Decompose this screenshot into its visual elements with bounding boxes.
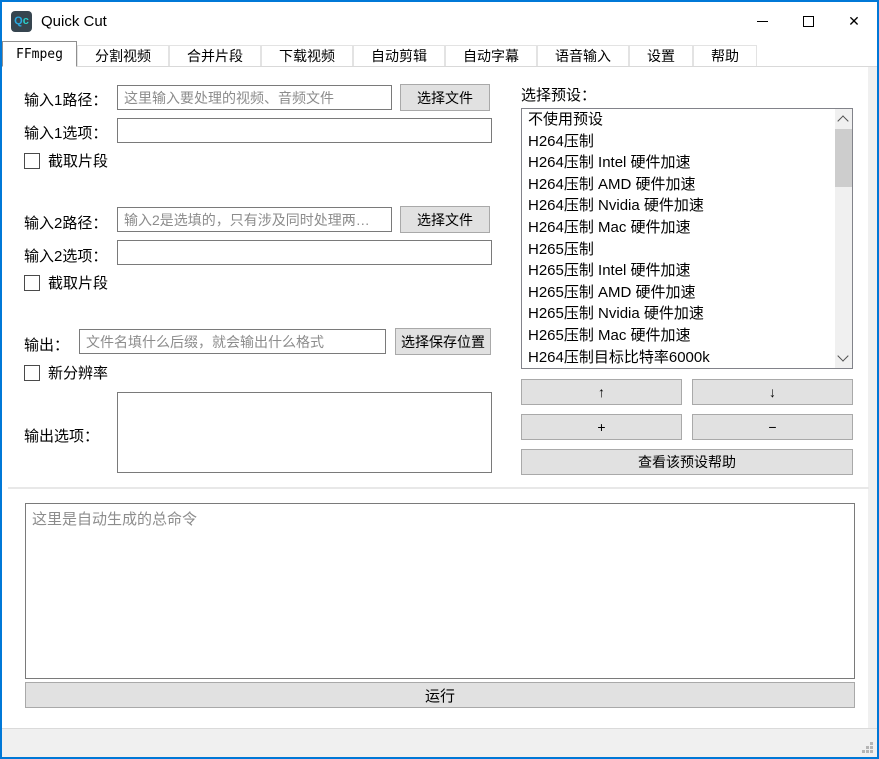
run-button[interactable]: 运行: [25, 682, 855, 708]
tab-merge-clips[interactable]: 合并片段: [169, 45, 261, 66]
tab-auto-subtitle[interactable]: 自动字幕: [445, 45, 537, 66]
output-options-label: 输出选项：: [24, 425, 99, 446]
minimize-icon: [757, 21, 768, 22]
command-textarea[interactable]: [25, 503, 855, 679]
output-options-textarea[interactable]: [117, 392, 492, 473]
preset-add-button[interactable]: +: [521, 414, 682, 440]
maximize-icon: [803, 16, 814, 27]
app-icon-letter-q: Q: [14, 15, 23, 27]
input2-path-input[interactable]: [117, 207, 392, 232]
preset-item[interactable]: H264压制目标比特率6000k: [522, 347, 852, 369]
minimize-button[interactable]: [739, 2, 785, 40]
preset-item[interactable]: H264压制: [522, 131, 852, 153]
tab-help[interactable]: 帮助: [693, 45, 757, 66]
new-resolution-checkbox[interactable]: 新分辨率: [24, 362, 108, 383]
input2-path-label: 输入2路径：: [24, 212, 107, 233]
input1-path-input[interactable]: [117, 85, 392, 110]
scroll-up-icon[interactable]: [837, 115, 848, 126]
input1-options-label: 输入1选项：: [24, 122, 107, 143]
preset-listbox: 不使用预设H264压制H264压制 Intel 硬件加速H264压制 AMD 硬…: [521, 108, 853, 369]
panel-divider: [8, 487, 869, 489]
output-label: 输出：: [24, 334, 69, 355]
quick-cut-window: Qc Quick Cut ✕ FFmpeg分割视频合并片段下载视频自动剪辑自动字…: [0, 0, 879, 759]
checkbox-box: [24, 365, 40, 381]
checkbox-box: [24, 153, 40, 169]
window-controls: ✕: [739, 2, 877, 40]
preset-item[interactable]: H265压制 Intel 硬件加速: [522, 260, 852, 282]
preset-item[interactable]: H265压制 AMD 硬件加速: [522, 282, 852, 304]
preset-item[interactable]: H265压制 Nvidia 硬件加速: [522, 303, 852, 325]
app-icon: Qc: [11, 11, 32, 32]
close-icon: ✕: [848, 14, 860, 28]
close-button[interactable]: ✕: [831, 2, 877, 40]
preset-remove-button[interactable]: −: [692, 414, 853, 440]
preset-list-scrollbar[interactable]: [835, 109, 852, 368]
preset-item[interactable]: H264压制 Mac 硬件加速: [522, 217, 852, 239]
preset-help-button[interactable]: 查看该预设帮助: [521, 449, 853, 475]
preset-move-up-button[interactable]: ↑: [521, 379, 682, 405]
preset-select-label: 选择预设：: [521, 84, 596, 105]
input1-path-label: 输入1路径：: [24, 89, 107, 110]
resize-grip[interactable]: [861, 741, 874, 754]
maximize-button[interactable]: [785, 2, 831, 40]
input2-options-label: 输入2选项：: [24, 245, 107, 266]
window-title: Quick Cut: [41, 13, 107, 30]
tab-settings[interactable]: 设置: [629, 45, 693, 66]
clip-segment-1-label: 截取片段: [48, 150, 108, 171]
title-bar: Qc Quick Cut ✕: [2, 2, 877, 40]
preset-item[interactable]: H265压制 Mac 硬件加速: [522, 325, 852, 347]
scroll-down-icon[interactable]: [837, 350, 848, 361]
preset-item-list: 不使用预设H264压制H264压制 Intel 硬件加速H264压制 AMD 硬…: [522, 109, 852, 368]
input1-options-input[interactable]: [117, 118, 492, 143]
scrollbar-thumb[interactable]: [835, 129, 852, 187]
tab-ffmpeg[interactable]: FFmpeg: [2, 41, 77, 67]
tab-download-video[interactable]: 下载视频: [261, 45, 353, 66]
new-resolution-label: 新分辨率: [48, 362, 108, 383]
choose-save-location-button[interactable]: 选择保存位置: [395, 328, 491, 355]
checkbox-box: [24, 275, 40, 291]
tab-voice-input[interactable]: 语音输入: [537, 45, 629, 66]
tab-auto-cut[interactable]: 自动剪辑: [353, 45, 445, 66]
preset-move-down-button[interactable]: ↓: [692, 379, 853, 405]
tab-strip: FFmpeg分割视频合并片段下载视频自动剪辑自动字幕语音输入设置帮助: [2, 40, 877, 67]
output-path-input[interactable]: [79, 329, 386, 354]
tab-split-video[interactable]: 分割视频: [77, 45, 169, 66]
preset-item[interactable]: 不使用预设: [522, 109, 852, 131]
choose-file2-button[interactable]: 选择文件: [400, 206, 490, 233]
choose-file1-button[interactable]: 选择文件: [400, 84, 490, 111]
preset-item[interactable]: H264压制 Nvidia 硬件加速: [522, 195, 852, 217]
app-icon-letter-c: c: [23, 15, 29, 27]
status-bar: [2, 728, 877, 757]
clip-segment-2-label: 截取片段: [48, 272, 108, 293]
input2-options-input[interactable]: [117, 240, 492, 265]
preset-item[interactable]: H265压制: [522, 239, 852, 261]
preset-item[interactable]: H264压制 AMD 硬件加速: [522, 174, 852, 196]
preset-item[interactable]: H264压制 Intel 硬件加速: [522, 152, 852, 174]
clip-segment-2-checkbox[interactable]: 截取片段: [24, 272, 108, 293]
clip-segment-1-checkbox[interactable]: 截取片段: [24, 150, 108, 171]
